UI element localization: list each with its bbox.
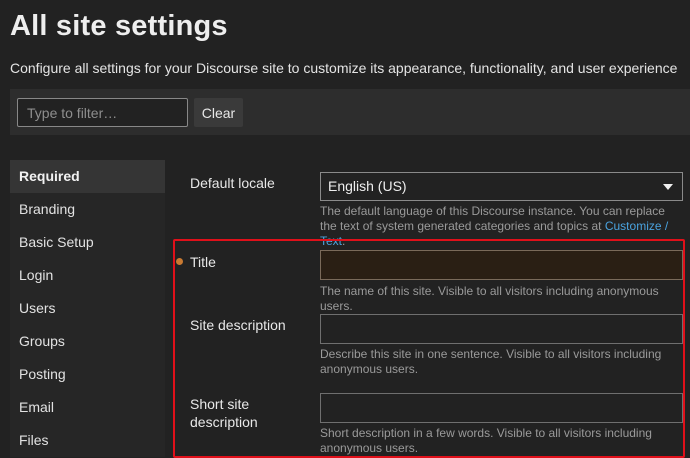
clear-button[interactable]: Clear [194,98,243,127]
default-locale-select[interactable]: English (US) [320,172,683,201]
required-indicator-icon [176,258,183,265]
short-site-description-input[interactable] [320,393,683,423]
title-description: The name of this site. Visible to all vi… [320,284,659,313]
sidebar-item-users[interactable]: Users [10,292,165,325]
sidebar-item-files[interactable]: Files [10,424,165,457]
chevron-down-icon [663,184,673,190]
default-locale-label: Default locale [190,175,275,191]
page-subtitle: Configure all settings for your Discours… [10,60,678,76]
default-locale-description: The default language of this Discourse i… [320,204,672,249]
filter-input[interactable] [17,98,188,127]
title-label: Title [190,254,216,270]
site-description-input[interactable] [320,314,683,344]
default-locale-desc-end: . [342,234,346,248]
sidebar-item-email[interactable]: Email [10,391,165,424]
default-locale-value: English (US) [328,178,407,194]
site-description-label: Site description [190,317,286,333]
settings-category-nav: Required Branding Basic Setup Login User… [10,160,165,457]
short-site-description-label: Short site description [190,396,258,430]
short-site-description-description: Short description in a few words. Visibl… [320,426,652,455]
title-input[interactable] [320,250,683,280]
sidebar-item-posting[interactable]: Posting [10,358,165,391]
page-title: All site settings [10,10,228,42]
site-description-description: Describe this site in one sentence. Visi… [320,347,662,376]
sidebar-item-required[interactable]: Required [10,160,165,193]
site-settings-page: All site settings Configure all settings… [0,0,690,458]
sidebar-item-login[interactable]: Login [10,259,165,292]
sidebar-item-basic-setup[interactable]: Basic Setup [10,226,165,259]
filter-bar: Clear [10,89,690,135]
sidebar-item-branding[interactable]: Branding [10,193,165,226]
sidebar-item-groups[interactable]: Groups [10,325,165,358]
